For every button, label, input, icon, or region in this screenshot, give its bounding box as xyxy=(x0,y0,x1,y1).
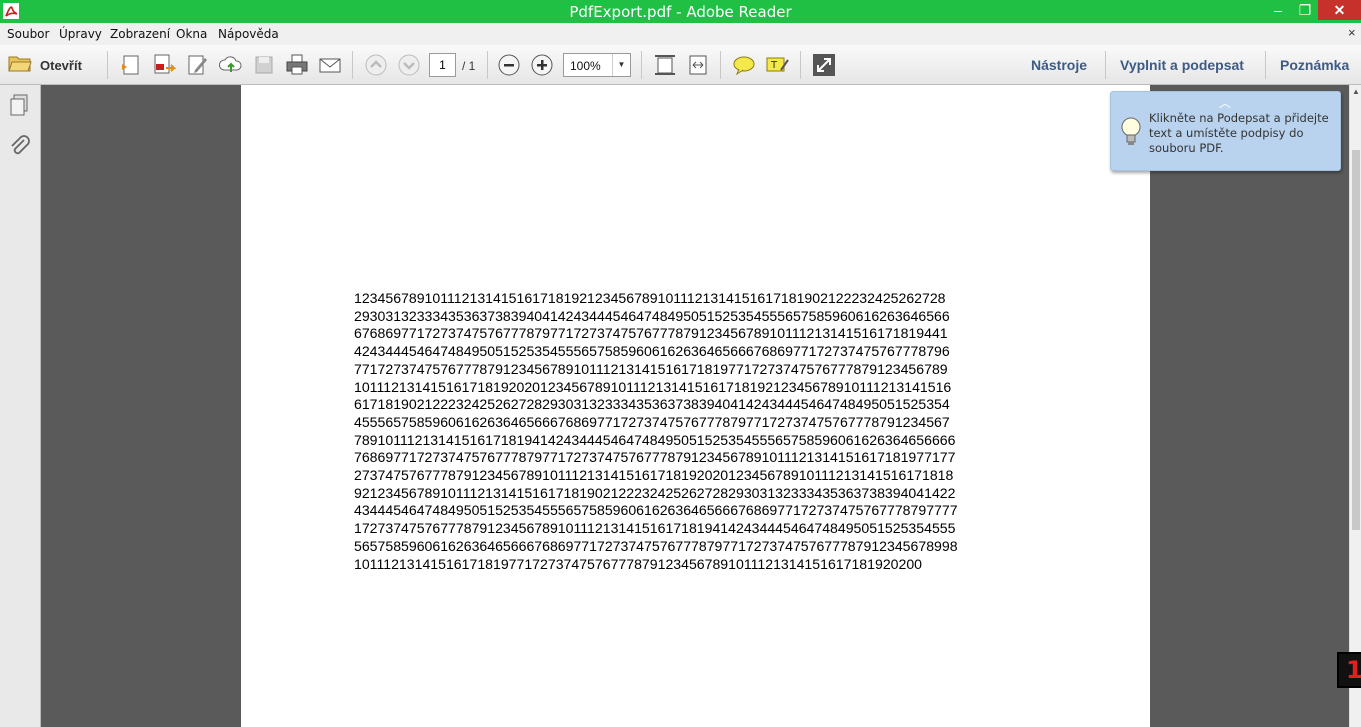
menu-zobrazeni[interactable]: Zobrazení xyxy=(110,27,170,41)
window-title: PdfExport.pdf - Adobe Reader xyxy=(569,3,792,21)
menu-bar: Soubor Úpravy Zobrazení Okna Nápověda × xyxy=(0,23,1361,45)
text-line: 1011121314151617181977172737475767778791… xyxy=(354,555,923,572)
cloud-upload-icon[interactable] xyxy=(218,52,244,78)
zoom-in-icon[interactable] xyxy=(529,52,555,78)
comment-icon[interactable] xyxy=(731,52,757,78)
comment-link[interactable]: Poznámka xyxy=(1280,57,1349,73)
previous-page-icon[interactable] xyxy=(363,52,389,78)
toolbar-divider xyxy=(487,51,488,79)
zoom-select[interactable]: 100% ▼ xyxy=(563,53,631,77)
menu-napoveda[interactable]: Nápověda xyxy=(218,27,279,41)
fit-page-icon[interactable] xyxy=(652,52,678,78)
print-icon[interactable] xyxy=(284,52,310,78)
text-line: 1727374757677787912345678910111213141516… xyxy=(354,520,956,537)
toolbar-divider xyxy=(800,51,801,79)
toolbar-divider xyxy=(107,51,108,79)
toolbar-divider xyxy=(1265,51,1266,79)
text-line: 7686977172737475767778797717273747576777… xyxy=(354,449,956,466)
tools-link[interactable]: Nástroje xyxy=(1031,57,1087,73)
page-total: / 1 xyxy=(462,59,476,73)
navigation-panel xyxy=(0,85,41,727)
text-line: 9212345678910111213141516171819021222324… xyxy=(354,484,956,501)
fit-width-icon[interactable] xyxy=(685,52,711,78)
maximize-button[interactable]: ❐ xyxy=(1292,0,1318,20)
export-pdf-icon[interactable] xyxy=(151,52,177,78)
close-button[interactable]: ✕ xyxy=(1318,0,1361,20)
lightbulb-icon xyxy=(1119,116,1143,148)
toolbar: Otevřít 1 / 1 100% ▼ T Nástroje Vyplnit … xyxy=(0,45,1361,85)
document-viewport[interactable]: 1234567891011121314151617181921234567891… xyxy=(41,85,1349,727)
text-line: 5657585960616263646566676869771727374757… xyxy=(354,537,958,554)
menu-okna[interactable]: Okna xyxy=(176,27,207,41)
text-line: 7891011121314151617181941424344454647484… xyxy=(354,431,956,448)
create-pdf-icon[interactable] xyxy=(118,52,144,78)
title-bar: PdfExport.pdf - Adobe Reader – ❐ ✕ xyxy=(0,0,1361,23)
text-line: 4243444546474849505152535455565758596061… xyxy=(354,343,950,360)
fullscreen-icon[interactable] xyxy=(811,52,837,78)
text-line: 1234567891011121314151617181921234567891… xyxy=(354,290,946,306)
page-text: 1234567891011121314151617181921234567891… xyxy=(354,290,1054,573)
email-icon[interactable] xyxy=(317,52,343,78)
folder-icon xyxy=(8,53,32,78)
pdf-page: 1234567891011121314151617181921234567891… xyxy=(241,85,1150,727)
open-button[interactable]: Otevřít xyxy=(8,53,82,77)
toolbar-divider xyxy=(1105,51,1106,79)
text-line: 4555657585960616263646566676869771727374… xyxy=(354,413,950,430)
text-line: 6171819021222324252627282930313233343536… xyxy=(354,396,950,413)
text-line: 4344454647484950515253545556575859606162… xyxy=(354,502,958,519)
zoom-out-icon[interactable] xyxy=(496,52,522,78)
highlight-icon[interactable]: T xyxy=(764,52,790,78)
text-line: 2737475767778791234567891011121314151617… xyxy=(354,467,954,484)
scroll-up-icon[interactable]: ▲ xyxy=(1352,87,1360,96)
save-icon[interactable] xyxy=(251,52,277,78)
text-line: 1011121314151617181920201234567891011121… xyxy=(354,378,952,395)
toolbar-divider xyxy=(720,51,721,79)
chevron-down-icon[interactable]: ▼ xyxy=(612,54,630,76)
fill-and-sign-link[interactable]: Vyplnit a podepsat xyxy=(1120,57,1244,73)
next-page-icon[interactable] xyxy=(396,52,422,78)
edit-pdf-icon[interactable] xyxy=(185,52,211,78)
menu-soubor[interactable]: Soubor xyxy=(7,27,49,41)
text-line: 7717273747576777879123456789101112131415… xyxy=(354,360,948,377)
toolbar-divider xyxy=(641,51,642,79)
menu-upravy[interactable]: Úpravy xyxy=(59,27,102,41)
attachment-icon[interactable] xyxy=(8,135,32,159)
toolbar-divider xyxy=(352,51,353,79)
page-thumbnails-icon[interactable] xyxy=(8,93,32,117)
svg-text:T: T xyxy=(770,60,778,71)
counter-badge: 1 xyxy=(1337,652,1361,688)
vertical-scrollbar[interactable]: ▲ xyxy=(1349,85,1361,727)
page-number-input[interactable]: 1 xyxy=(429,53,456,77)
tip-text: Klikněte na Podepsat a přidejte text a u… xyxy=(1149,111,1329,155)
scrollbar-thumb[interactable] xyxy=(1352,150,1360,530)
text-line: 6768697717273747576777879771727374757677… xyxy=(354,325,948,342)
sign-tip-popup[interactable]: ︿ Klikněte na Podepsat a přidejte text a… xyxy=(1110,91,1341,171)
minimize-button[interactable]: – xyxy=(1265,0,1291,20)
text-line: 2930313233343536373839404142434445464748… xyxy=(354,307,950,324)
collapse-caret-icon[interactable]: ︿ xyxy=(1219,94,1231,111)
close-document-icon[interactable]: × xyxy=(1348,25,1356,40)
